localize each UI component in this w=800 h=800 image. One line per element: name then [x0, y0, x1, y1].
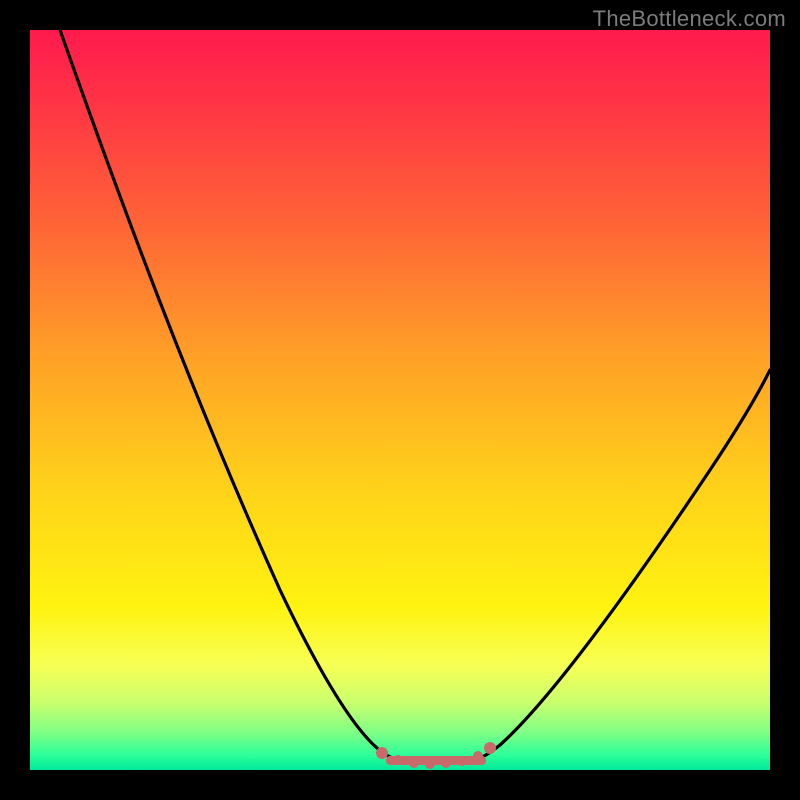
- chart-frame: TheBottleneck.com: [0, 0, 800, 800]
- plot-area: [30, 30, 770, 770]
- watermark-text: TheBottleneck.com: [593, 6, 786, 32]
- bottleneck-curve: [60, 30, 770, 763]
- chart-svg: [30, 30, 770, 770]
- sweet-spot-dots: [376, 742, 496, 769]
